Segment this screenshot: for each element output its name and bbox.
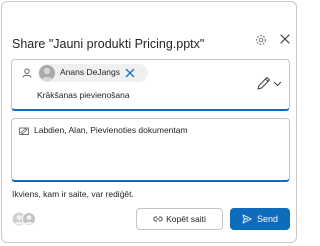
message-field[interactable]: Labdien, Alan, Pievienoties dokumentam [11, 118, 290, 182]
link-icon [153, 216, 163, 222]
dialog-title: Share "Jauni produkti Pricing.pptx" [12, 37, 205, 51]
remove-recipient-icon[interactable] [125, 68, 135, 78]
share-dialog: Share "Jauni produkti Pricing.pptx" Anan… [1, 1, 297, 243]
send-button[interactable]: Send [230, 208, 290, 230]
recipients-field[interactable]: Anans DeJangs Krākšanas pievienošana [11, 59, 290, 111]
recipient-subtitle: Krākšanas pievienošana [37, 90, 130, 100]
recipient-name: Anans DeJangs [60, 67, 121, 77]
avatar-person-icon [41, 67, 53, 81]
send-icon [242, 214, 252, 224]
message-icon [19, 127, 29, 135]
send-label: Send [256, 214, 279, 224]
person-icon [22, 68, 32, 78]
recipient-chip[interactable]: Anans DeJangs [38, 64, 148, 82]
pencil-icon [257, 76, 271, 90]
permission-dropdown-button[interactable] [255, 74, 285, 94]
message-text[interactable]: Labdien, Alan, Pievienoties dokumentam [34, 125, 188, 135]
chevron-down-icon [273, 81, 282, 87]
copy-link-label: Kopēt saiti [166, 214, 206, 224]
people-icon[interactable] [11, 211, 37, 227]
gear-icon[interactable] [254, 33, 268, 47]
close-icon[interactable] [279, 33, 291, 45]
link-access-note[interactable]: Ikviens, kam ir saite, var rediģēt. [12, 189, 134, 199]
copy-link-button[interactable]: Kopēt saiti [136, 208, 223, 230]
avatar [39, 65, 55, 81]
